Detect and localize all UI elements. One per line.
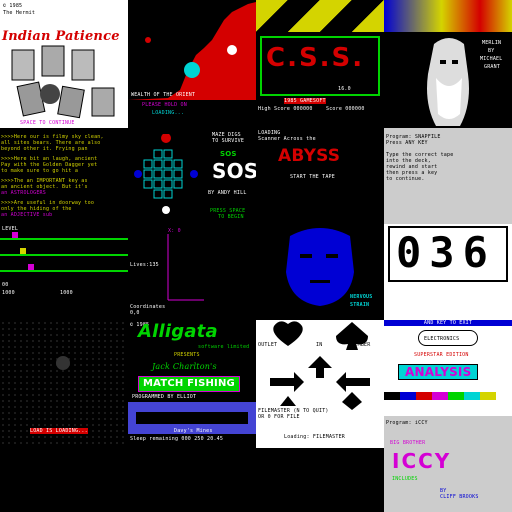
loading-status: Loading: FILEMASTER: [284, 434, 345, 440]
player-sprite: [28, 264, 34, 270]
hazard-stripes: [256, 0, 384, 32]
speed-text: 16.0: [338, 86, 351, 92]
sos-subtitle-2: TO SURVIVE: [212, 138, 245, 144]
screenshot-grid: © 1985 The Hermit Indian Patience SPACE …: [0, 0, 512, 512]
tile-dark-pattern[interactable]: LOAD IS LOADING...: [0, 320, 128, 448]
cards-illustration: [11, 45, 115, 119]
sos-begin: TO BEGIN: [218, 214, 244, 220]
tile-program-prompt[interactable]: Program: SNAPFILE Press ANY KEY Type the…: [384, 128, 512, 224]
game-title: Indian Patience: [2, 29, 120, 44]
center-orb: [56, 356, 70, 370]
presents-text: PRESENTS: [174, 352, 200, 358]
text-line: an ASTROLOGERS: [1, 190, 46, 196]
wealth-graphic: [128, 2, 256, 100]
abyss-start: START THE TAPE: [290, 174, 335, 180]
enemy-sprite: [20, 248, 26, 254]
edition-text: SUPERSTAR EDITION: [414, 352, 469, 358]
tile-abyss[interactable]: LOADING Scanner Across the ABYSS START T…: [256, 128, 384, 224]
iccy-includes: INCLUDES: [392, 476, 418, 482]
abyss-subtitle: Scanner Across the: [258, 136, 316, 142]
text-line: beyond other it. Frying pan: [1, 146, 88, 152]
loading-text: LOADING...: [152, 110, 185, 116]
merlin-label: MERLIN: [482, 40, 502, 46]
filemaster-hint: OR 0 FOR FILE: [258, 414, 300, 420]
enemy-sprite: [12, 232, 18, 238]
iccy-program: Program: iCCY: [386, 420, 428, 426]
climber-label: CLIMBER: [348, 342, 371, 348]
tile-counter[interactable]: 036: [384, 224, 512, 320]
css-title: C.S.S.: [266, 43, 365, 73]
suits-graphic: [270, 321, 370, 410]
iccy-author: CLIFF BROOKS: [440, 494, 479, 500]
iccy-title: ICCY: [392, 449, 452, 473]
iccy-header: BIG BROTHER: [390, 440, 426, 446]
outlet-label: OUTLET: [258, 342, 278, 348]
in-label: IN: [316, 342, 323, 348]
sos-small: SOS: [220, 150, 237, 158]
coordinates-value: 0,0: [130, 310, 140, 316]
river: [136, 412, 248, 424]
banner-graphic: [384, 0, 512, 32]
score-label: 00: [2, 282, 9, 288]
continue-prompt: SPACE TO CONTINUE: [20, 120, 75, 126]
tile-suits[interactable]: OUTLET IN CLIMBER FILEMASTER (N TO QUIT)…: [256, 320, 384, 448]
title-text: WEALTH OF THE ORIENT: [131, 92, 196, 98]
lives-readout: Lives:135: [130, 262, 159, 268]
tile-adventure-text[interactable]: >>>>Here our is filmy sky clean, all sit…: [0, 128, 128, 224]
score-text: Score 000000: [326, 106, 365, 112]
hold-text: PLEASE HOLD ON: [142, 102, 187, 108]
loading-banner: LOAD IS LOADING...: [30, 428, 88, 434]
tile-match-fishing[interactable]: © 1985 Alligata software limited PRESENT…: [128, 320, 256, 448]
tile-iccy[interactable]: Program: iCCY BIG BROTHER ICCY INCLUDES …: [384, 416, 512, 512]
tile-merlin[interactable]: MERLIN BY MICHAEL GRANT: [384, 0, 512, 128]
merlin-by: BY: [488, 48, 495, 54]
tile-css[interactable]: C.S.S. 16.0 1985 GAMESOFT High Score 000…: [256, 0, 384, 128]
portrait-title-1: NERVOUS: [350, 294, 373, 300]
charlton-text: Jack Charlton's: [152, 362, 217, 371]
sos-title: SOS: [212, 159, 256, 183]
merlin-author-1: MICHAEL: [480, 56, 503, 62]
tile-ladders[interactable]: LEVEL 00 1000 1000: [0, 224, 128, 320]
score-value-1: 1000: [2, 290, 15, 296]
tile-portrait[interactable]: NERVOUS STRAIN: [256, 224, 384, 320]
copyright-text: © 1985: [3, 3, 23, 9]
analysis-title: ANALYSIS: [398, 364, 479, 380]
abyss-title: ABYSS: [278, 146, 341, 166]
instruction-5: to continue.: [386, 176, 425, 182]
alligata-logo: Alligata: [138, 321, 218, 342]
match-fishing-title: MATCH FISHING: [138, 376, 240, 392]
score-value-2: 1000: [60, 290, 73, 296]
press-key: Press ANY KEY: [386, 140, 428, 146]
platform: [0, 254, 128, 256]
text-line: to make sure to go hit a: [1, 168, 79, 174]
merlin-author-2: GRANT: [484, 64, 501, 70]
publisher-text: The Hermit: [3, 10, 36, 16]
counter-value: 036: [396, 228, 496, 277]
colour-bar: [384, 392, 512, 400]
platform: [0, 238, 128, 240]
sos-author: BY ANDY HILL: [208, 190, 247, 196]
electronics-text: ELECTRONICS: [424, 336, 460, 342]
exit-banner: AND KEY TO EXIT: [384, 320, 512, 326]
text-line: an ADJECTIVE sub: [1, 212, 53, 218]
tile-sos[interactable]: MAZE DIGS TO SURVIVE SOS SOS BY ANDY HIL…: [128, 128, 256, 224]
status-bar: Sleep remaining 000 250 20.45: [130, 436, 224, 442]
software-text: software limited: [198, 344, 250, 350]
high-score-text: High Score 000000: [258, 106, 313, 112]
tile-indian-patience[interactable]: © 1985 The Hermit Indian Patience SPACE …: [0, 0, 128, 128]
tile-plotter[interactable]: X: 0 Lives:135 Coordinates 0,0: [128, 224, 256, 320]
face-portrait: [286, 228, 354, 306]
scene-caption: Davy's Mines: [174, 428, 213, 434]
platform: [0, 270, 128, 272]
portrait-title-2: STRAIN: [350, 302, 370, 308]
tile-wealth-of-the-orient[interactable]: WEALTH OF THE ORIENT PLEASE HOLD ON LOAD…: [128, 0, 256, 128]
wizard-portrait: [427, 38, 469, 126]
maze-board: [134, 134, 198, 214]
programmer-text: PROGRAMMED BY ELLIOT: [132, 394, 197, 400]
tile-analysis[interactable]: AND KEY TO EXIT ELECTRONICS SUPERSTAR ED…: [384, 320, 512, 416]
year-text: 1985 GAMESOFT: [284, 98, 326, 104]
